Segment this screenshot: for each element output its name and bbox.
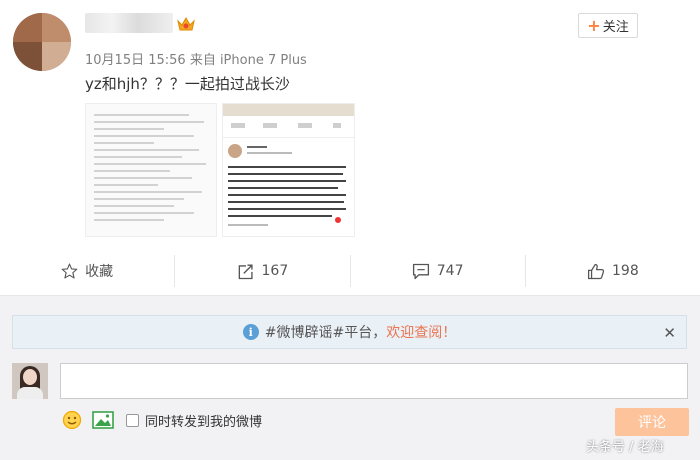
watermark: 头条号 / 老海 [586,440,664,455]
comment-count: 747 [436,263,464,279]
rumor-notice-banner: i #微博辟谣#平台， 欢迎查阅！ ✕ [12,315,687,349]
comment-icon [412,263,429,279]
comment-tools: 同时转发到我的微博 [62,409,262,431]
weibo-post-card: + 关注 10月15日 15:56 来自 iPhone 7 Plus yz和hj… [0,0,700,248]
notice-link[interactable]: 欢迎查阅！ [386,322,456,342]
post-meta: 10月15日 15:56 来自 iPhone 7 Plus [85,53,307,68]
comment-button[interactable]: 747 [351,255,526,287]
repost-button[interactable]: 167 [175,255,351,287]
author-avatar[interactable] [13,13,71,71]
thumbs-up-icon [587,263,605,279]
post-image-2[interactable] [222,103,355,237]
star-icon [61,263,78,279]
sync-repost-checkbox[interactable] [126,413,139,427]
info-icon: i [242,324,259,340]
close-icon[interactable]: ✕ [663,324,676,342]
repost-count: 167 [261,263,289,279]
emoji-icon[interactable] [62,410,82,430]
vip-crown-icon [177,16,195,31]
image-upload-icon[interactable] [92,411,114,429]
plus-icon: + [587,16,601,35]
comment-input[interactable] [60,363,688,399]
sync-repost-label: 同时转发到我的微博 [145,414,263,430]
favorite-button[interactable]: 收藏 [0,255,176,287]
follow-button[interactable]: + 关注 [578,13,638,38]
author-name-blurred[interactable] [85,13,173,33]
post-action-bar: 收藏 167 747 198 [0,255,700,287]
post-image-1[interactable] [85,103,217,237]
favorite-label: 收藏 [85,264,114,280]
post-text: yz和hjh？？？一起拍过战长沙 [85,75,290,93]
like-button[interactable]: 198 [526,255,700,287]
repost-icon [238,264,253,279]
follow-label: 关注 [602,20,629,35]
like-count: 198 [612,263,639,279]
current-user-avatar [12,363,48,399]
notice-text: #微博辟谣#平台， [264,325,387,341]
submit-comment-button[interactable]: 评论 [615,408,689,436]
